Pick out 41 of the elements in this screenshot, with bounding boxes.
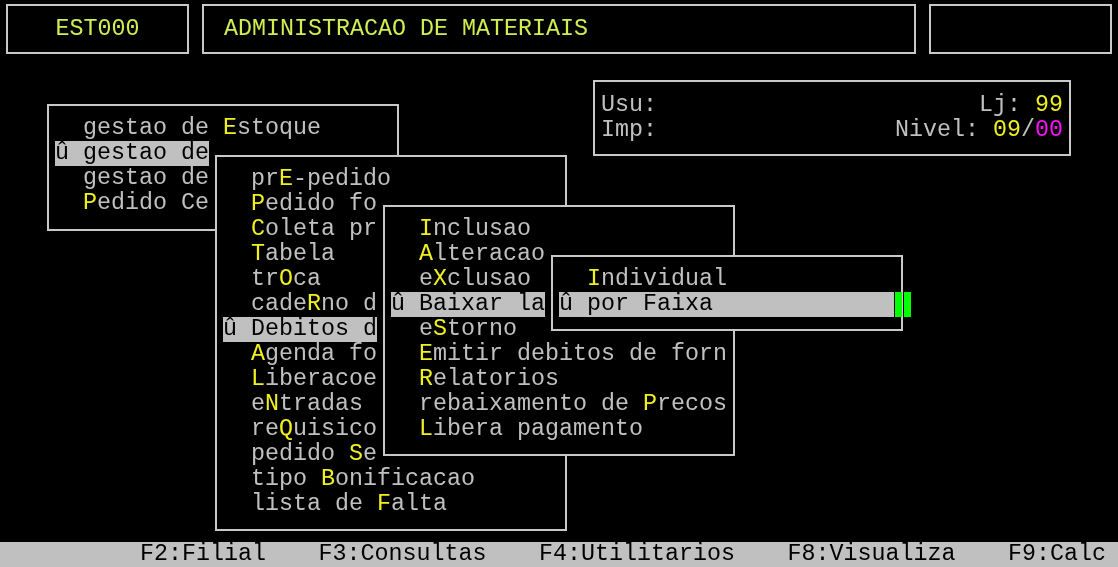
level-field: Nivel: 09/00 — [895, 118, 1063, 143]
menu-item[interactable]: eNtradas — [223, 392, 363, 417]
menu-item[interactable]: Coleta pr — [223, 217, 377, 242]
menu-item[interactable]: reQuisico — [223, 417, 377, 442]
function-key[interactable]: F4:Utilitarios — [539, 542, 735, 567]
menu-item[interactable]: rebaixamento de Precos — [391, 392, 727, 417]
user-label: Usu: — [601, 93, 657, 118]
text-cursor — [895, 292, 911, 317]
menu-item[interactable]: Pedido fo — [223, 192, 377, 217]
program-code: EST000 — [55, 16, 140, 42]
menu-item[interactable]: Tabela — [223, 242, 335, 267]
screen-title: ADMINISTRACAO DE MATERIAIS — [224, 16, 588, 42]
menu-item[interactable]: cadeRno d — [223, 292, 377, 317]
menu-item[interactable]: Relatorios — [391, 367, 559, 392]
function-key[interactable]: F3:Consultas — [318, 542, 487, 567]
menu-item[interactable]: lista de Falta — [223, 492, 447, 517]
menu-item[interactable]: Pedido Ce — [55, 191, 209, 216]
store-field: Lj: 99 — [979, 93, 1063, 118]
function-key[interactable]: F9:Calc — [1008, 542, 1106, 567]
menu-item[interactable]: gestao de — [55, 166, 209, 191]
menu-item[interactable]: Emitir debitos de forn — [391, 342, 727, 367]
menu-item[interactable]: eStorno — [391, 317, 517, 342]
menu-item[interactable]: û Debitos d — [223, 317, 377, 342]
function-key[interactable]: F2:Filial — [140, 542, 266, 567]
menu-item[interactable]: gestao de Estoque — [55, 116, 321, 141]
menu-item[interactable]: pedido Se — [223, 442, 377, 467]
menu-item[interactable]: eXclusao — [391, 267, 531, 292]
menu-item[interactable]: Alteracao — [391, 242, 545, 267]
menu-item[interactable]: trOca — [223, 267, 321, 292]
menu-item[interactable]: Liberacoe — [223, 367, 377, 392]
printer-label: Imp: — [601, 118, 657, 143]
menu-item[interactable]: û gestao de — [55, 141, 209, 166]
menu-item[interactable]: û Baixar la — [391, 292, 545, 317]
menu-item[interactable]: prE-pedido — [223, 167, 391, 192]
menu-item[interactable]: Agenda fo — [223, 342, 377, 367]
menu-item[interactable]: tipo Bonificacao — [223, 467, 475, 492]
menu-item[interactable]: Inclusao — [391, 217, 531, 242]
menu-item[interactable]: Individual — [559, 267, 727, 292]
menu-item[interactable]: Libera pagamento — [391, 417, 643, 442]
function-key[interactable]: F8:Visualiza — [787, 542, 956, 567]
menu-item[interactable]: û por Faixa — [559, 292, 894, 317]
